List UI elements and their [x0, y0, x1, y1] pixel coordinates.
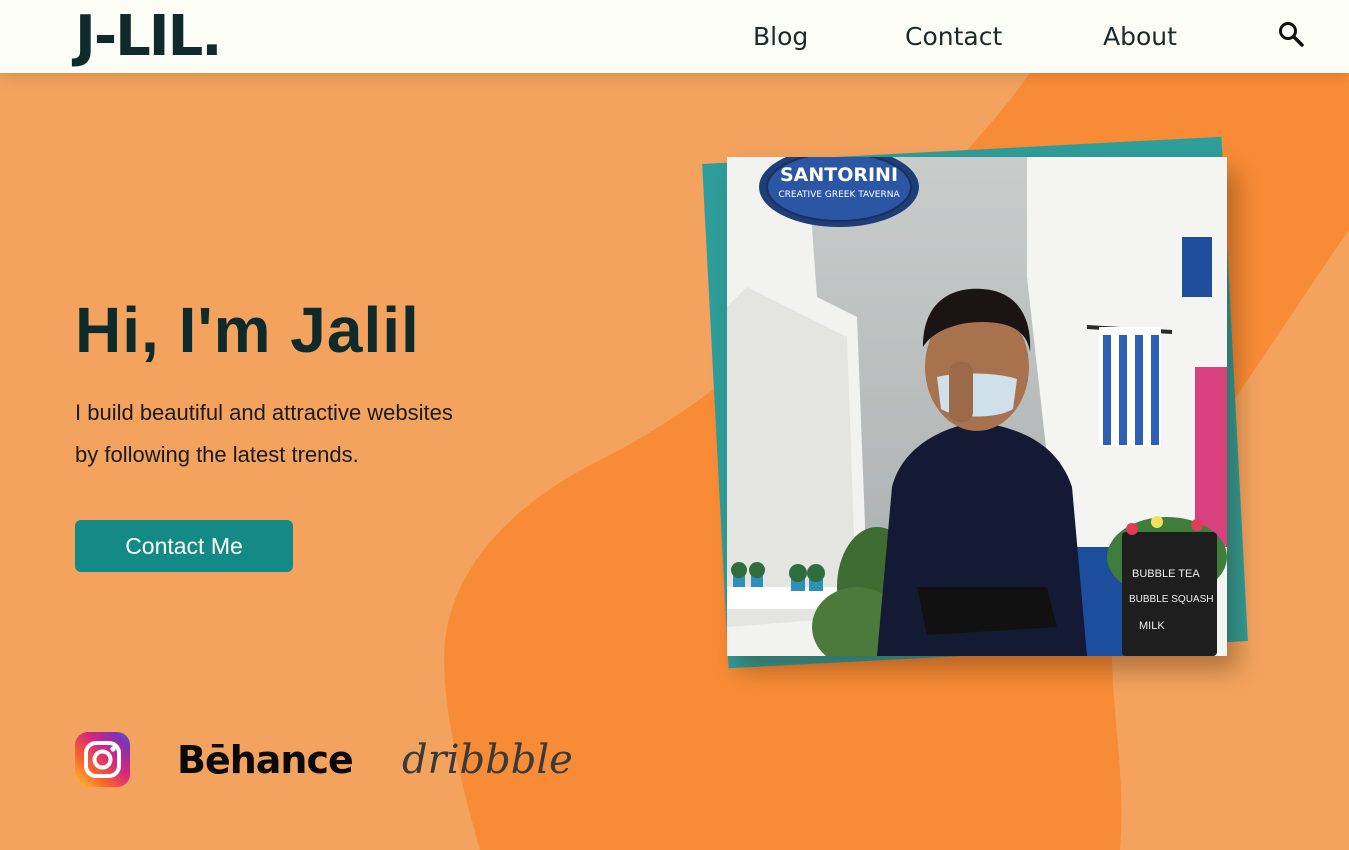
- hero-subtitle: I build beautiful and attractive website…: [75, 392, 515, 476]
- board-text-1: BUBBLE TEA: [1132, 568, 1200, 580]
- hero-subtitle-line-1: I build beautiful and attractive website…: [75, 400, 453, 425]
- contact-me-button[interactable]: Contact Me: [75, 520, 293, 572]
- board-text-3: MILK: [1139, 620, 1165, 632]
- profile-photo: BUBBLE TEA BUBBLE SQUASH MILK SANTORINI …: [727, 157, 1227, 656]
- hero-title: Hi, I'm Jalil: [75, 294, 420, 366]
- site-logo[interactable]: J-LIL.: [75, 6, 223, 68]
- nav-link-about[interactable]: About: [1103, 20, 1177, 54]
- behance-link[interactable]: Bēhance: [177, 734, 354, 786]
- search-button[interactable]: [1277, 20, 1305, 48]
- search-icon: [1279, 22, 1304, 47]
- sign-text-1: SANTORINI: [780, 164, 898, 186]
- hero-subtitle-line-2: by following the latest trends.: [75, 442, 359, 467]
- nav-link-contact[interactable]: Contact: [905, 20, 1002, 54]
- site-header: J-LIL. Blog Contact About: [0, 0, 1349, 73]
- instagram-link[interactable]: [75, 732, 130, 787]
- profile-photo-illustration: BUBBLE TEA BUBBLE SQUASH MILK SANTORINI …: [727, 157, 1227, 656]
- instagram-icon: [84, 741, 121, 778]
- dribbble-link[interactable]: dribbble: [402, 732, 573, 788]
- board-text-2: BUBBLE SQUASH: [1129, 594, 1213, 605]
- nav-link-blog[interactable]: Blog: [753, 20, 808, 54]
- sign-text-2: CREATIVE GREEK TAVERNA: [778, 190, 900, 200]
